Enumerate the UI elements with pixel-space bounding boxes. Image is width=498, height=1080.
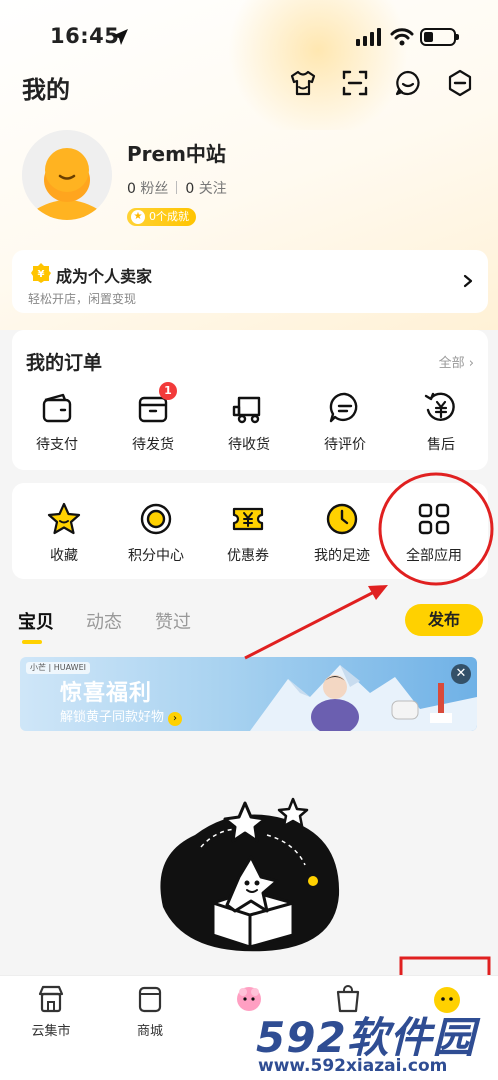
market-icon [38, 985, 64, 1013]
coupon-icon [232, 507, 264, 531]
star-icon [47, 502, 81, 535]
order-pending-review[interactable]: 待评价 [305, 390, 385, 454]
nav-cloud-market[interactable]: 云集市 [11, 984, 91, 1039]
order-after-sales[interactable]: 售后 [401, 390, 481, 454]
status-bar: 16:45 [0, 24, 498, 52]
nav-mall[interactable]: 商城 [110, 984, 190, 1039]
mall-icon [138, 986, 162, 1013]
nav-label: 商城 [136, 1024, 163, 1039]
tool-favorites[interactable]: 收藏 [24, 501, 104, 565]
order-pending-receipt[interactable]: 待收货 [209, 390, 289, 454]
publish-button[interactable]: 发布 [405, 604, 483, 636]
wallet-icon [42, 393, 72, 423]
empty-state-illustration [160, 797, 340, 952]
tool-all-apps[interactable]: 全部应用 [394, 501, 474, 565]
clock-icon [326, 503, 358, 535]
tool-label: 积分中心 [128, 548, 184, 564]
following-label[interactable]: 关注 [199, 181, 227, 197]
refund-icon [424, 392, 455, 421]
cellular-signal-icon [356, 28, 381, 46]
avatar[interactable] [22, 130, 112, 220]
location-arrow-icon [112, 29, 128, 45]
banner-brand-tag: 小芒 | HUAWEI [26, 662, 91, 674]
tab-items[interactable]: 宝贝 [18, 608, 54, 634]
orders-all-label: 全部 [438, 356, 465, 371]
watermark-url: www.592xiazai.com [258, 1056, 448, 1076]
status-time: 16:45 [50, 24, 120, 48]
tool-points-center[interactable]: 积分中心 [116, 501, 196, 565]
svg-text:¥: ¥ [38, 269, 45, 280]
orders-title: 我的订单 [26, 352, 103, 374]
tool-footprints[interactable]: 我的足迹 [302, 501, 382, 565]
banner-subtitle: 解锁黄子同款好物 [60, 710, 165, 725]
comment-icon [329, 392, 358, 423]
tool-label: 全部应用 [406, 548, 462, 564]
truck-icon [232, 396, 261, 424]
tab-moments[interactable]: 动态 [86, 608, 122, 634]
achievement-badge[interactable]: ★ 0个成就 [127, 208, 196, 226]
order-badge: 1 [159, 382, 177, 400]
order-label: 待支付 [36, 437, 78, 453]
nav-label: 云集市 [31, 1024, 71, 1039]
follow-stats: 0 粉丝 0 关注 [127, 178, 227, 198]
promo-banner[interactable]: 小芒 | HUAWEI 惊喜福利 解锁黄子同款好物 › ✕ [20, 657, 477, 731]
settings-icon[interactable] [445, 68, 475, 98]
order-label: 待收货 [228, 437, 270, 453]
page-title: 我的 [22, 76, 70, 104]
tab-liked[interactable]: 赞过 [155, 608, 191, 634]
chevron-right-icon [463, 274, 473, 288]
tool-label: 优惠券 [227, 548, 269, 564]
avatar-icon [22, 130, 112, 220]
order-label: 售后 [427, 437, 455, 453]
order-pending-payment[interactable]: 待支付 [17, 390, 97, 454]
seller-subtitle: 轻松开店，闲置变现 [28, 292, 137, 306]
package-icon-wrap: 1 [135, 382, 177, 426]
tools-card: 收藏 积分中心 优惠券 我的足迹 全部应用 [12, 483, 488, 579]
tool-label: 收藏 [50, 548, 78, 564]
message-icon[interactable] [393, 68, 423, 98]
seller-badge-icon: ¥ [31, 263, 51, 283]
achievement-label: 0个成就 [149, 210, 189, 223]
wifi-icon [390, 28, 414, 46]
tshirt-icon[interactable] [288, 68, 318, 98]
annotation-arrowhead [368, 585, 388, 600]
close-icon[interactable]: ✕ [451, 664, 471, 684]
tool-coupons[interactable]: 优惠券 [208, 501, 288, 565]
following-count[interactable]: 0 [185, 181, 194, 197]
banner-subtitle-wrap: 解锁黄子同款好物 › [60, 706, 183, 726]
seller-title: 成为个人卖家 [56, 267, 153, 286]
fans-label[interactable]: 粉丝 [140, 181, 168, 197]
annotation-arrow-line [244, 588, 379, 660]
order-pending-shipment[interactable]: 1 待发货 [113, 382, 193, 454]
banner-go-icon: › [168, 712, 183, 726]
fans-count[interactable]: 0 [127, 181, 136, 197]
achievement-star-icon: ★ [131, 210, 145, 224]
become-seller-card[interactable]: ¥ 成为个人卖家 轻松开店，闲置变现 [12, 250, 488, 313]
grid-icon [418, 503, 450, 535]
profile-name[interactable]: Prem中站 [127, 138, 226, 167]
order-label: 待发货 [132, 437, 174, 453]
tool-label: 我的足迹 [314, 548, 370, 564]
banner-title: 惊喜福利 [60, 681, 153, 706]
battery-icon [420, 28, 459, 46]
watermark: 592软件园 www.592xiazai.com [248, 1000, 498, 1080]
scan-icon[interactable] [340, 68, 370, 98]
coin-icon [140, 503, 172, 535]
divider [176, 181, 178, 194]
order-label: 待评价 [324, 437, 366, 453]
active-tab-indicator [22, 640, 42, 644]
orders-card: 我的订单 全部 › 待支付 1 待发货 待收货 待评价 售后 [12, 330, 488, 470]
orders-all-link[interactable]: 全部 › [439, 352, 474, 371]
